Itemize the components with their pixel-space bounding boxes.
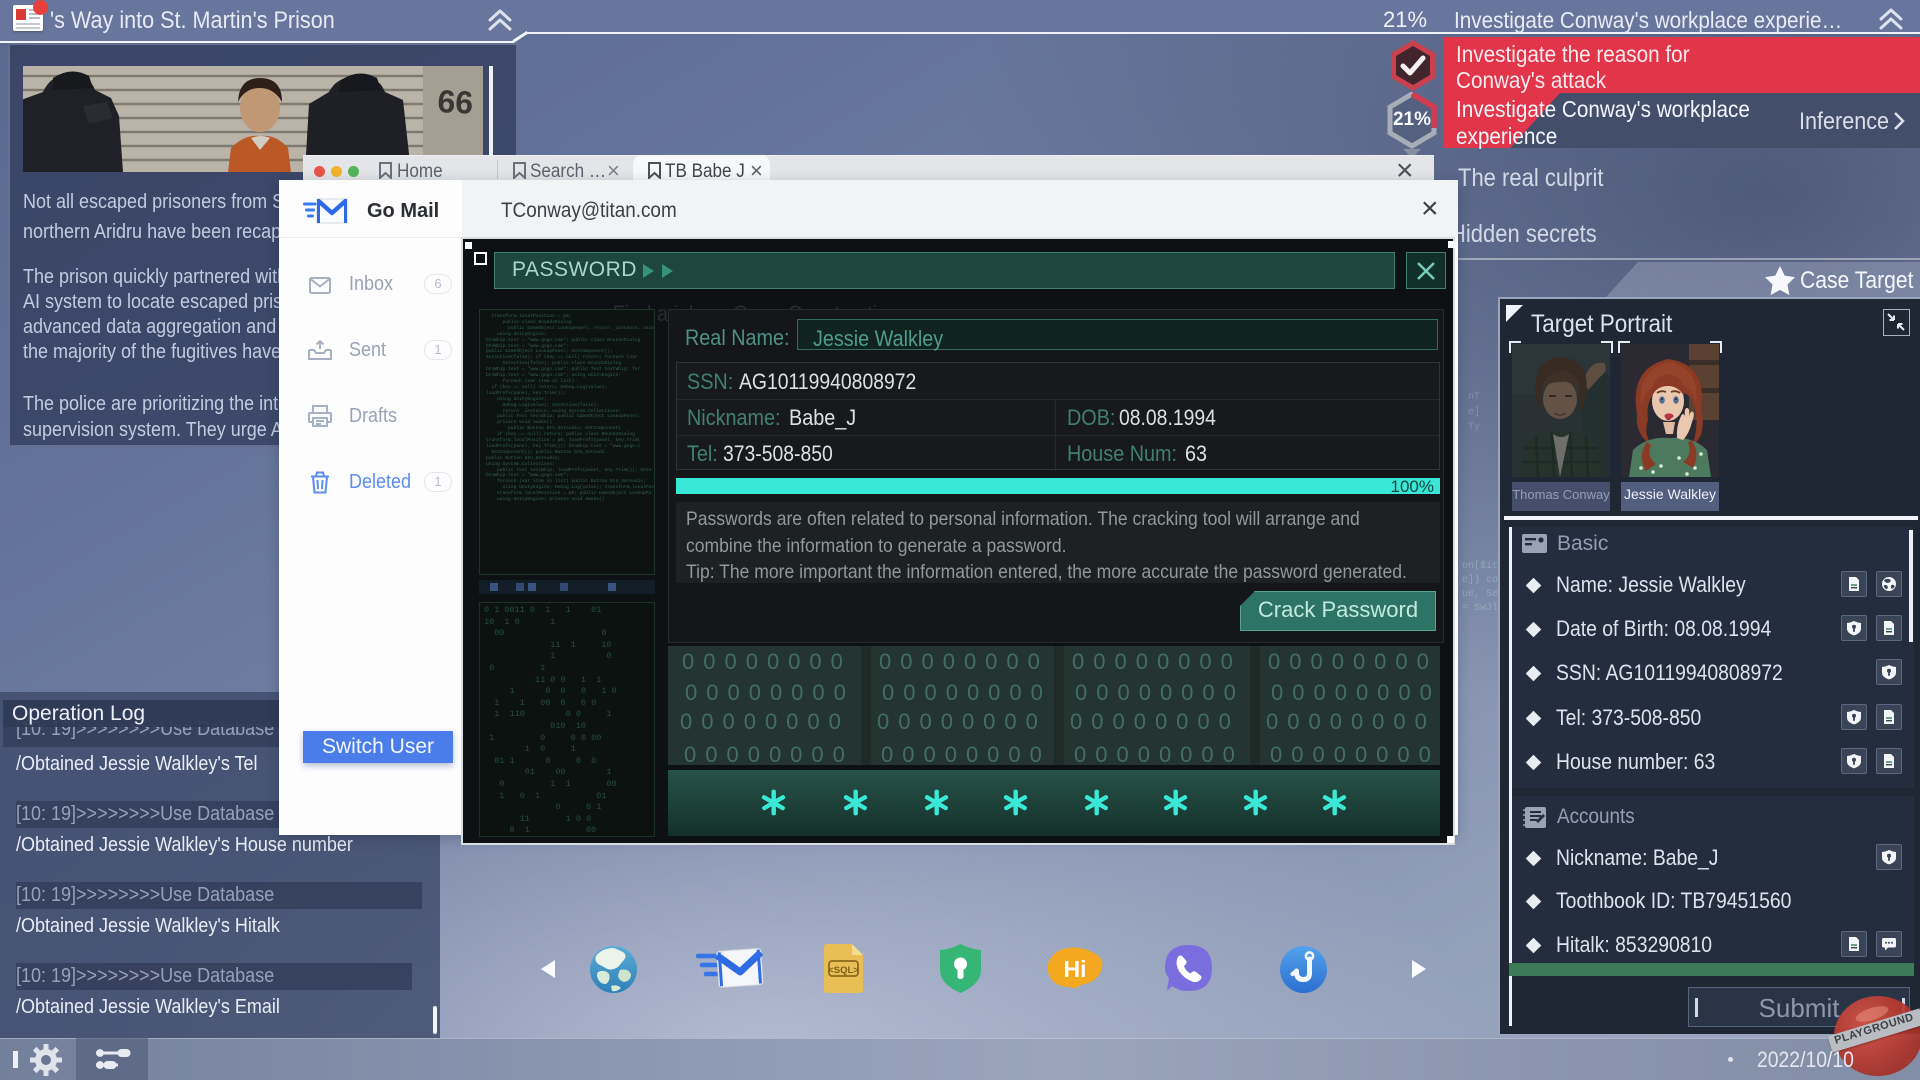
- svg-text:<SQL>: <SQL>: [828, 965, 859, 976]
- svg-text:Hi: Hi: [1064, 956, 1087, 982]
